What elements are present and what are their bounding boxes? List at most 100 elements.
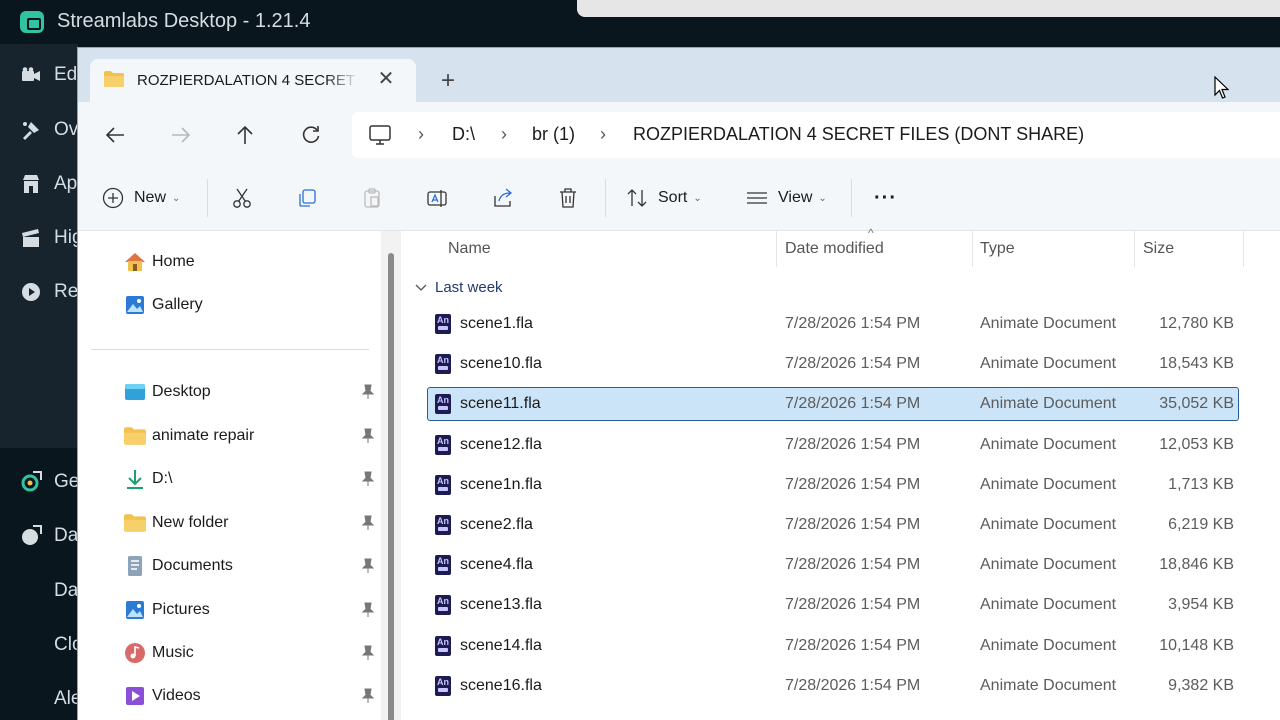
sl-nav-themes[interactable]: Ov — [20, 119, 78, 141]
nav-item-gallery[interactable]: Gallery — [124, 292, 203, 318]
tab-active[interactable]: ROZPIERDALATION 4 SECRET FILES (DONT SHA… — [90, 59, 416, 103]
nav-item-new-folder[interactable]: New folder — [124, 510, 228, 536]
nav-item-home[interactable]: Home — [124, 249, 195, 275]
file-row[interactable]: An scene10.fla 7/28/2026 1:54 PM Animate Do… — [427, 347, 1239, 381]
file-row[interactable]: An scene11.fla 7/28/2026 1:54 PM Animate Do… — [427, 387, 1239, 422]
view-button[interactable]: View ⌄ — [744, 185, 827, 211]
file-name: scene2.fla — [460, 516, 533, 533]
clapper-icon — [20, 227, 42, 249]
file-row[interactable]: An scene13.fla 7/28/2026 1:54 PM Animate Do… — [427, 588, 1239, 622]
dashboard-icon — [20, 525, 42, 547]
navigation-bar: › D:\ › br (1) › ROZPIERDALATION 4 SECRE… — [78, 102, 1280, 165]
animate-file-icon: An — [435, 474, 451, 495]
file-row[interactable]: An scene1.fla 7/28/2026 1:54 PM Animate Doc… — [427, 307, 1239, 341]
back-button[interactable] — [100, 120, 130, 150]
file-size: 1,713 KB — [1168, 475, 1234, 493]
column-header-date[interactable]: Date modified — [785, 240, 884, 258]
pin-icon[interactable] — [361, 602, 375, 618]
refresh-button[interactable] — [296, 120, 326, 150]
sl-nav-item[interactable]: Da — [54, 580, 78, 602]
nav-item-music[interactable]: Music — [124, 640, 194, 666]
delete-button[interactable] — [555, 185, 581, 211]
pin-icon[interactable] — [361, 471, 375, 487]
folder-icon — [104, 71, 124, 87]
tab-close-icon[interactable]: ✕ — [374, 67, 398, 91]
group-header-last-week[interactable]: Last week — [415, 279, 503, 296]
nav-item-documents[interactable]: Documents — [124, 553, 233, 579]
nav-item-drive-d[interactable]: D:\ — [124, 466, 172, 492]
sl-nav-appstore[interactable]: Ap — [20, 173, 77, 195]
nav-item-desktop[interactable]: Desktop — [124, 379, 211, 405]
file-row[interactable]: An scene2.fla 7/28/2026 1:54 PM Animate Doc… — [427, 508, 1239, 542]
sort-button[interactable]: Sort ⌄ — [624, 185, 702, 211]
file-icon-text: An — [437, 676, 449, 687]
background-window-edge — [577, 0, 1280, 17]
column-divider[interactable] — [1243, 231, 1244, 267]
pin-icon[interactable] — [361, 645, 375, 661]
up-button[interactable] — [230, 120, 260, 150]
nav-item-label: animate repair — [152, 427, 255, 444]
file-row[interactable]: An scene12.fla 7/28/2026 1:54 PM Animate Do… — [427, 428, 1239, 462]
pin-icon[interactable] — [361, 428, 375, 444]
cut-button[interactable] — [229, 185, 255, 211]
file-type: Animate Document — [980, 636, 1117, 654]
sl-nav-general[interactable]: Ge — [20, 471, 79, 493]
file-size: 12,053 KB — [1159, 435, 1234, 453]
share-button[interactable] — [490, 185, 516, 211]
new-button[interactable]: New ⌄ — [100, 185, 180, 211]
sl-nav-dashboard[interactable]: Da — [20, 525, 78, 547]
new-tab-button[interactable]: + — [435, 68, 461, 94]
file-type: Animate Document — [980, 676, 1117, 694]
nav-item-animate-repair[interactable]: animate repair — [124, 423, 254, 449]
paste-button[interactable] — [359, 185, 385, 211]
file-icon-text: An — [437, 556, 449, 567]
more-options-button[interactable]: ··· — [874, 185, 897, 211]
rename-button[interactable] — [424, 185, 450, 211]
pin-icon[interactable] — [361, 688, 375, 704]
file-row[interactable]: An scene4.fla 7/28/2026 1:54 PM Animate Doc… — [427, 548, 1239, 582]
file-name: scene12.fla — [460, 435, 542, 453]
address-bar[interactable]: › D:\ › br (1) › ROZPIERDALATION 4 SECRE… — [352, 112, 1280, 158]
column-header-name[interactable]: Name — [448, 240, 491, 258]
arrow-right-icon — [172, 127, 191, 143]
sl-nav-recordings[interactable]: Re — [20, 281, 78, 303]
column-header-size[interactable]: Size — [1143, 240, 1174, 258]
trash-icon — [555, 185, 581, 211]
documents-icon — [124, 555, 146, 577]
file-type: Animate Document — [980, 355, 1117, 373]
nav-item-pictures[interactable]: Pictures — [124, 597, 210, 623]
sl-nav-label: Ov — [54, 119, 79, 140]
file-row[interactable]: An scene14.fla 7/28/2026 1:54 PM Animate Do… — [427, 629, 1239, 663]
breadcrumb-folder[interactable]: br (1) — [532, 124, 575, 145]
sort-icon — [624, 185, 650, 211]
file-row[interactable]: An scene16.fla 7/28/2026 1:54 PM Animate Do… — [427, 669, 1239, 703]
breadcrumb-current[interactable]: ROZPIERDALATION 4 SECRET FILES (DONT SHA… — [633, 124, 1084, 145]
file-icon-text: An — [437, 596, 449, 607]
nav-divider — [91, 349, 369, 350]
home-icon — [124, 251, 146, 273]
chevron-right-icon: › — [418, 124, 424, 144]
pin-icon[interactable] — [361, 558, 375, 574]
toolbar-divider — [207, 179, 208, 217]
pin-icon[interactable] — [361, 384, 375, 400]
column-divider[interactable] — [776, 231, 777, 267]
column-divider[interactable] — [1134, 231, 1135, 267]
copy-icon — [294, 185, 320, 211]
file-date: 7/28/2026 1:54 PM — [785, 395, 921, 413]
file-row[interactable]: An scene1n.fla 7/28/2026 1:54 PM Animate Do… — [427, 468, 1239, 502]
sl-nav-editor[interactable]: Ed — [20, 64, 77, 86]
plus-circle-icon — [100, 185, 126, 211]
breadcrumb-drive[interactable]: D:\ — [452, 124, 475, 145]
column-divider[interactable] — [972, 231, 973, 267]
file-type: Animate Document — [980, 435, 1117, 453]
pin-icon[interactable] — [361, 515, 375, 531]
sl-nav-highlighter[interactable]: Hig — [20, 227, 83, 249]
copy-button[interactable] — [294, 185, 320, 211]
nav-scrollbar-thumb[interactable] — [388, 253, 394, 720]
column-header-type[interactable]: Type — [980, 240, 1015, 258]
settings-icon — [20, 471, 42, 493]
nav-item-videos[interactable]: Videos — [124, 683, 201, 709]
forward-button[interactable] — [166, 120, 196, 150]
file-type: Animate Document — [980, 475, 1117, 493]
file-list: Name ^ Date modified Type Size Last week… — [401, 226, 1280, 720]
